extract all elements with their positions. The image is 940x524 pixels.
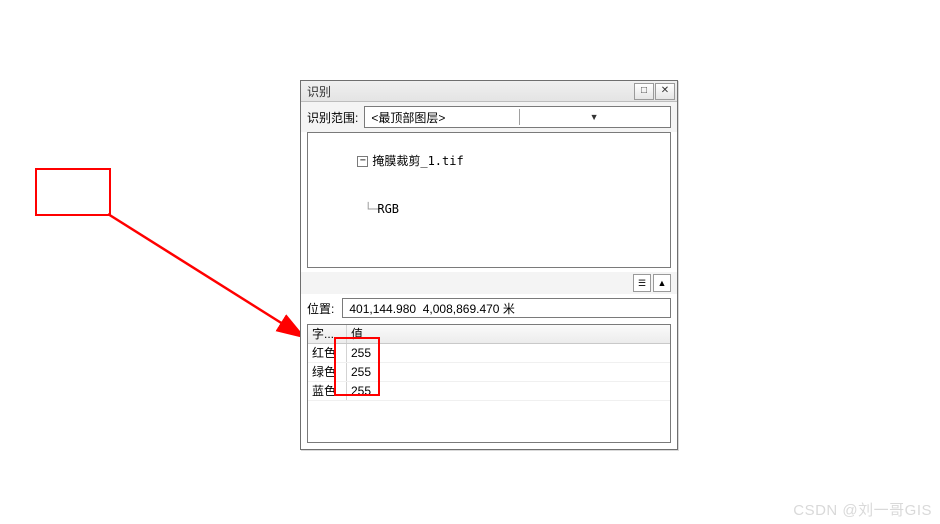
tree-branch-icon: └─ — [357, 201, 377, 217]
value-cell: 255 — [347, 382, 670, 400]
scope-value: <最顶部图层> — [371, 109, 519, 126]
mid-toolbar: ☰ ▲ — [301, 272, 677, 294]
value-cell: 255 — [347, 344, 670, 362]
collapse-icon[interactable]: − — [357, 156, 368, 167]
nav-up-icon[interactable]: ▲ — [653, 274, 671, 292]
annotation-value-highlight — [334, 337, 380, 396]
pin-button[interactable]: □ — [634, 83, 654, 100]
dialog-titlebar[interactable]: 识别 □ ✕ — [301, 81, 677, 102]
annotation-selection-box — [35, 168, 111, 216]
location-label: 位置: — [307, 300, 334, 317]
location-input[interactable] — [342, 298, 671, 318]
info-icon[interactable]: ☰ — [633, 274, 651, 292]
location-row: 位置: — [301, 294, 677, 322]
tree-child-label: RGB — [377, 202, 399, 216]
tree-root-label: 掩膜裁剪_1.tif — [372, 154, 463, 168]
tree-child-row[interactable]: └─RGB — [314, 185, 664, 233]
dialog-title: 识别 — [307, 83, 633, 100]
scope-combobox[interactable]: <最顶部图层> ▼ — [364, 106, 671, 128]
chevron-down-icon[interactable]: ▼ — [519, 109, 668, 125]
col-value-header[interactable]: 值 — [347, 325, 670, 343]
close-button[interactable]: ✕ — [655, 83, 675, 100]
tree-root-row[interactable]: −掩膜裁剪_1.tif — [314, 137, 664, 185]
value-cell: 255 — [347, 363, 670, 381]
layer-tree[interactable]: −掩膜裁剪_1.tif └─RGB — [307, 132, 671, 268]
scope-label: 识别范围: — [307, 109, 358, 126]
scope-toolbar: 识别范围: <最顶部图层> ▼ — [301, 102, 677, 132]
